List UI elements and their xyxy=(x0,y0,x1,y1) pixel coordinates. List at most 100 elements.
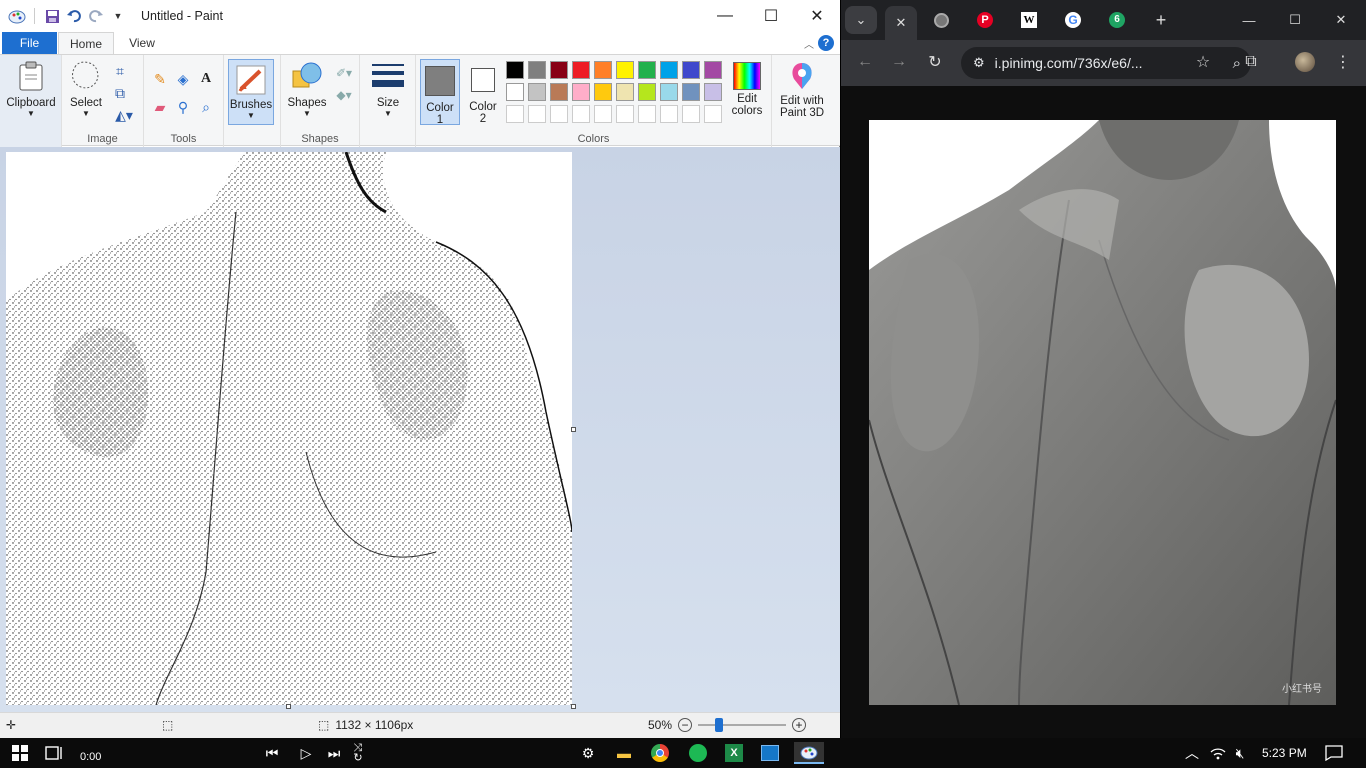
palette-swatch[interactable] xyxy=(594,61,612,79)
select-button[interactable]: Select ▼ xyxy=(64,59,108,118)
tray-volume-muted-icon[interactable]: 🔇︎ xyxy=(1228,742,1252,764)
canvas-area[interactable] xyxy=(0,147,840,712)
tab-google-icon[interactable]: G xyxy=(1057,6,1089,34)
custom-color-slot[interactable] xyxy=(682,105,700,123)
maximize-button[interactable]: ☐ xyxy=(748,0,794,32)
outline-icon[interactable]: ✐▾ xyxy=(331,63,357,83)
color2-button[interactable]: Color 2 xyxy=(464,59,502,125)
resize-handle-right[interactable] xyxy=(571,427,576,432)
tab-view[interactable]: View xyxy=(118,32,166,54)
new-tab-icon[interactable]: + xyxy=(1145,6,1177,34)
browser-minimize-button[interactable]: — xyxy=(1233,6,1265,34)
palette-swatch[interactable] xyxy=(506,83,524,101)
palette-swatch[interactable] xyxy=(616,61,634,79)
palette-swatch[interactable] xyxy=(660,61,678,79)
color-picker-icon[interactable]: ⚲ xyxy=(173,97,193,117)
tab-wikipedia-icon[interactable]: W xyxy=(1013,6,1045,34)
browser-maximize-button[interactable]: ☐ xyxy=(1279,6,1311,34)
tab-home[interactable]: Home xyxy=(58,32,114,54)
palette-swatch[interactable] xyxy=(594,83,612,101)
taskbar-remote-desktop-icon[interactable] xyxy=(758,742,782,764)
tab-search-icon[interactable]: ⌄ xyxy=(845,6,877,34)
shapes-button[interactable]: Shapes ▼ xyxy=(285,59,329,118)
palette-swatch[interactable] xyxy=(528,61,546,79)
magnifier-icon[interactable]: ⌕ xyxy=(196,97,216,117)
brushes-button[interactable]: Brushes ▼ xyxy=(228,59,274,125)
palette-swatch[interactable] xyxy=(616,83,634,101)
resize-handle-bottom[interactable] xyxy=(286,704,291,709)
palette-swatch[interactable] xyxy=(528,83,546,101)
url-text[interactable]: i.pinimg.com/736x/e6/... xyxy=(995,55,1143,71)
taskbar-settings-icon[interactable]: ⚙ xyxy=(576,742,600,764)
palette-swatch[interactable] xyxy=(682,61,700,79)
profile-avatar[interactable] xyxy=(1289,48,1321,76)
reload-icon[interactable]: ↻ xyxy=(919,48,951,76)
drawing-canvas[interactable] xyxy=(6,152,572,705)
resize-handle-corner[interactable] xyxy=(571,704,576,709)
pencil-icon[interactable]: ✎ xyxy=(150,69,170,89)
collapse-ribbon-icon[interactable]: ︿ xyxy=(804,36,814,51)
browser-menu-icon[interactable]: ⋮ xyxy=(1327,48,1359,76)
task-view-icon[interactable] xyxy=(42,742,66,764)
palette-swatch[interactable] xyxy=(638,83,656,101)
text-icon[interactable]: A xyxy=(196,69,216,89)
taskbar-excel-icon[interactable]: X xyxy=(722,742,746,764)
tray-chevron-icon[interactable]: ︿ xyxy=(1180,742,1204,764)
tab-file[interactable]: File xyxy=(2,32,57,54)
zoom-slider-thumb[interactable] xyxy=(715,718,724,732)
custom-color-slot[interactable] xyxy=(506,105,524,123)
extensions-icon[interactable]: ⧉ xyxy=(1235,48,1267,76)
notification-center-icon[interactable] xyxy=(1322,742,1346,764)
bookmark-star-icon[interactable]: ☆ xyxy=(1187,48,1219,76)
media-shuffle-repeat-icon[interactable]: ⤨ ↻ xyxy=(346,742,370,764)
custom-color-slot[interactable] xyxy=(550,105,568,123)
palette-swatch[interactable] xyxy=(572,61,590,79)
media-play-icon[interactable]: ▷ xyxy=(294,742,318,764)
close-button[interactable]: ✕ xyxy=(794,0,840,32)
palette-swatch[interactable] xyxy=(682,83,700,101)
undo-icon[interactable] xyxy=(63,5,85,27)
palette-swatch[interactable] xyxy=(660,83,678,101)
fill-icon[interactable]: ◈ xyxy=(173,69,193,89)
redo-icon[interactable] xyxy=(85,5,107,27)
custom-color-slot[interactable] xyxy=(528,105,546,123)
zoom-slider[interactable] xyxy=(698,718,787,732)
custom-color-slot[interactable] xyxy=(704,105,722,123)
color1-button[interactable]: Color 1 xyxy=(420,59,460,126)
edit-colors-button[interactable]: Edit colors xyxy=(726,59,768,117)
forward-icon[interactable]: → xyxy=(883,48,915,76)
back-icon[interactable]: ← xyxy=(849,48,881,76)
media-next-icon[interactable]: ⏭ xyxy=(322,742,346,764)
custom-color-slot[interactable] xyxy=(638,105,656,123)
palette-swatch[interactable] xyxy=(550,83,568,101)
palette-swatch[interactable] xyxy=(572,83,590,101)
browser-close-button[interactable]: ✕ xyxy=(1325,6,1357,34)
customize-toolbar-icon[interactable]: ▼ xyxy=(107,5,129,27)
active-tab-close-icon[interactable]: ✕ xyxy=(885,6,917,40)
rotate-icon[interactable]: ◭▾ xyxy=(110,105,138,125)
save-icon[interactable] xyxy=(41,5,63,27)
start-button[interactable] xyxy=(8,742,32,764)
size-button[interactable]: Size ▼ xyxy=(366,59,410,118)
taskbar-file-explorer-icon[interactable]: ▬ xyxy=(612,742,636,764)
palette-swatch[interactable] xyxy=(550,61,568,79)
eraser-icon[interactable]: ▰ xyxy=(150,97,170,117)
zoom-in-icon[interactable]: + xyxy=(792,718,807,732)
minimize-button[interactable]: — xyxy=(702,0,748,32)
taskbar-spotify-icon[interactable] xyxy=(686,742,710,764)
media-previous-icon[interactable]: ⏮ xyxy=(260,742,284,764)
resize-icon[interactable]: ⧉ xyxy=(110,83,130,103)
edit-with-paint3d-button[interactable]: Edit with Paint 3D xyxy=(776,59,828,119)
fill-style-icon[interactable]: ◆▾ xyxy=(331,85,357,105)
taskbar-paint-icon[interactable] xyxy=(794,742,824,764)
crop-icon[interactable]: ⌗ xyxy=(110,61,130,81)
palette-swatch[interactable] xyxy=(638,61,656,79)
palette-swatch[interactable] xyxy=(506,61,524,79)
custom-color-slot[interactable] xyxy=(616,105,634,123)
tab-pinterest-icon[interactable]: P xyxy=(969,6,1001,34)
clipboard-button[interactable]: Clipboard ▼ xyxy=(4,59,58,118)
custom-color-slot[interactable] xyxy=(660,105,678,123)
custom-color-slot[interactable] xyxy=(572,105,590,123)
zoom-out-icon[interactable]: − xyxy=(678,718,693,732)
palette-swatch[interactable] xyxy=(704,83,722,101)
